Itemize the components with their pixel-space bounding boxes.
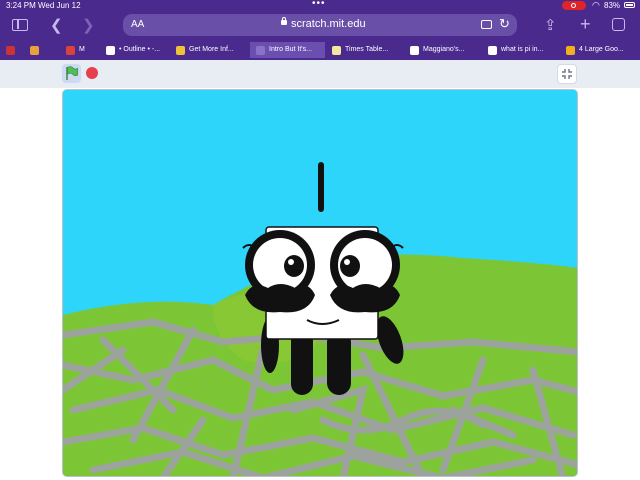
battery-percent: 83% — [604, 1, 621, 10]
screen-recording-icon[interactable] — [562, 1, 586, 10]
tab-label: what is pi in... — [501, 46, 544, 53]
tab[interactable]: 4 Large Goo... — [560, 42, 640, 58]
sidebar-toggle-icon[interactable] — [12, 19, 28, 31]
reload-icon[interactable]: ↻ — [499, 16, 510, 32]
tab-label: Maggiano's... — [423, 46, 465, 53]
wifi-icon: ◠ — [592, 0, 600, 10]
multitasking-dots-icon[interactable]: ••• — [312, 0, 326, 9]
address-bar[interactable]: AA scratch.mit.edu ↻ — [123, 14, 517, 36]
status-date: Wed Jun 12 — [38, 1, 81, 10]
tab-favicon — [176, 45, 185, 55]
status-bar: 3:24 PM Wed Jun 12 ••• ◠ 83% — [0, 0, 640, 12]
reader-mode-icon[interactable] — [481, 20, 492, 29]
tab[interactable]: Maggiano's... — [404, 42, 482, 58]
browser-chrome: 3:24 PM Wed Jun 12 ••• ◠ 83% ❮ ❯ AA scra… — [0, 0, 640, 60]
tab-favicon — [106, 45, 115, 55]
forward-icon[interactable]: ❯ — [82, 16, 95, 36]
player-controls — [0, 60, 640, 88]
tab-favicon — [410, 45, 419, 55]
tab-label: M — [79, 46, 85, 53]
tab[interactable]: M — [60, 42, 100, 58]
tab-overview-icon[interactable] — [612, 18, 625, 31]
fullscreen-button[interactable] — [557, 64, 577, 84]
battery-icon — [624, 2, 635, 8]
fullscreen-icon — [562, 69, 572, 79]
tab-label: Times Table... — [345, 46, 389, 53]
tab-favicon — [30, 45, 39, 55]
share-icon[interactable]: ⇪ — [544, 16, 557, 36]
tab[interactable]: Get More Inf... — [170, 42, 250, 58]
tab-label: 4 Large Goo... — [579, 46, 624, 53]
new-tab-icon[interactable]: + — [580, 14, 591, 34]
stage-canvas — [63, 90, 577, 476]
tab-favicon — [566, 45, 575, 55]
tab-label: • Outline • -... — [119, 46, 161, 53]
status-time: 3:24 PM — [6, 1, 36, 10]
browser-toolbar: ❮ ❯ AA scratch.mit.edu ↻ ⇪ + — [0, 12, 640, 40]
text-size-button[interactable]: AA — [131, 19, 144, 30]
tab-active[interactable]: Intro But It's... — [250, 42, 325, 58]
url-text[interactable]: scratch.mit.edu — [291, 18, 366, 30]
tab[interactable] — [0, 42, 24, 58]
lock-icon — [281, 17, 287, 25]
green-flag-icon — [66, 66, 78, 80]
tab-favicon — [66, 45, 75, 55]
tab-favicon — [332, 45, 341, 55]
tab-label: Intro But It's... — [269, 46, 312, 53]
tab-favicon — [6, 45, 15, 55]
tab-favicon — [256, 45, 265, 55]
stop-button[interactable] — [86, 67, 98, 79]
tab[interactable]: • Outline • -... — [100, 42, 170, 58]
tab[interactable] — [24, 42, 60, 58]
tab-bar: M • Outline • -... Get More Inf... Intro… — [0, 40, 640, 60]
tab-label: Get More Inf... — [189, 46, 234, 53]
tab[interactable]: Times Table... — [326, 42, 404, 58]
green-flag-button[interactable] — [62, 64, 81, 83]
back-icon[interactable]: ❮ — [50, 16, 63, 36]
project-stage[interactable] — [62, 89, 578, 477]
tab-favicon — [488, 45, 497, 55]
tab[interactable]: what is pi in... — [482, 42, 560, 58]
